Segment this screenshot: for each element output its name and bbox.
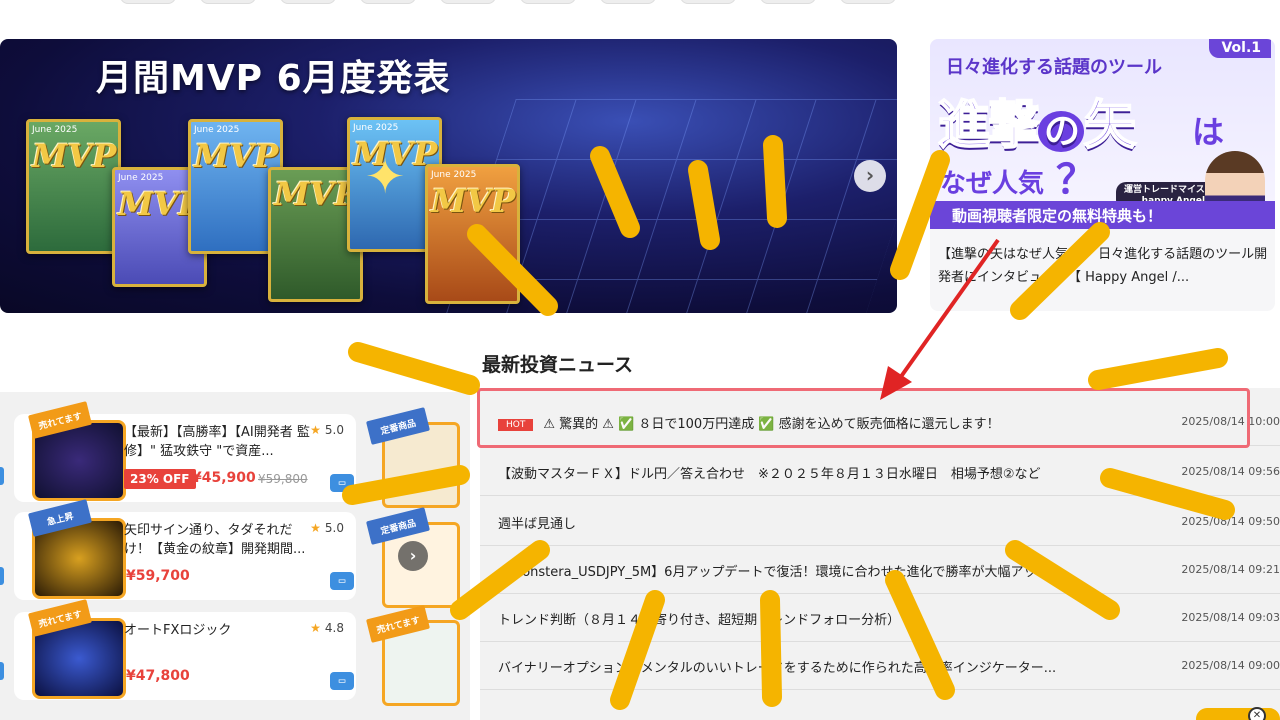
news-title: 週半ば見通し (498, 517, 577, 532)
product-title: オートFXロジック (124, 623, 232, 638)
news-date: 2025/08/14 09:03 (1181, 611, 1280, 624)
news-item[interactable]: 【波動マスターＦＸ】ドル円／答え合わせ ※２０２５年８月１３日水曜日 相場予想②… (480, 448, 1280, 496)
news-title: 【Monstera_USDJPY_5M】6月アップデートで復活！環境に合わせた進… (498, 565, 1050, 580)
product-title: 矢印サイン通り、タダそれだけ！【黄金の紋章】開発期間... (124, 523, 306, 557)
promo-strip: 動画視聴者限定の無料特典も！ (930, 201, 1275, 229)
floating-widget[interactable] (1196, 708, 1280, 720)
rating-value: 5.0 (324, 521, 344, 535)
card-date: June 2025 (194, 125, 240, 135)
news-date: 2025/08/14 09:56 (1181, 465, 1280, 478)
promo-headline-a: 進撃 (937, 95, 1041, 157)
top-tab[interactable] (200, 0, 256, 4)
product-rating: ★ 5.0 (310, 521, 344, 535)
news-date: 2025/08/14 09:00 (1181, 659, 1280, 672)
close-icon[interactable]: ✕ (1248, 707, 1266, 720)
product-rating: ★ 4.8 (310, 621, 344, 635)
top-tab[interactable] (440, 0, 496, 4)
star-icon: ★ (310, 621, 321, 635)
promo-headline: 進撃の矢 (937, 83, 1137, 158)
promo-image: Vol.1 日々進化する話題のツール 進撃の矢 は なぜ人気 ？ 運営トレードマ… (930, 39, 1275, 229)
cart-icon[interactable]: ▭ (330, 572, 354, 590)
rating-value: 5.0 (324, 423, 344, 437)
mvp-card: June 2025 MVP (425, 164, 520, 304)
news-date: 2025/08/14 09:50 (1181, 515, 1280, 528)
product-card[interactable]: 売れてます 【最新】【高勝率】【AI開発者 監修】" 猛攻鉄守 "で資産... … (14, 401, 356, 502)
news-item[interactable]: 【Monstera_USDJPY_5M】6月アップデートで復活！環境に合わせた進… (480, 546, 1280, 594)
rating-value: 4.8 (324, 621, 344, 635)
news-item[interactable]: トレンド判断（８月１４日寄り付き、超短期トレンドフォロー分析） 2025/08/… (480, 594, 1280, 642)
news-item[interactable]: バイナリーオプションでメンタルのいいトレードをするために作られた高勝率インジケー… (480, 642, 1280, 690)
top-tab[interactable] (760, 0, 816, 4)
promo-headline-no: の (1038, 111, 1085, 152)
top-tab[interactable] (680, 0, 736, 4)
star-icon: ★ (310, 521, 321, 535)
news-item[interactable]: 週半ば見通し 2025/08/14 09:50 (480, 498, 1280, 546)
attention-ray (1088, 348, 1228, 390)
product-old-price: ¥59,800 (258, 472, 308, 486)
page-root: 月間MVP 6月度発表 June 2025 MVP June 2025 MVP … (0, 0, 1280, 720)
mvp-hero-banner[interactable]: 月間MVP 6月度発表 June 2025 MVP June 2025 MVP … (0, 39, 897, 313)
attention-ray (348, 342, 480, 395)
news-title: トレンド判断（８月１４日寄り付き、超短期トレンドフォロー分析） (498, 613, 901, 628)
card-date: June 2025 (32, 125, 78, 135)
news-item[interactable] (480, 690, 1280, 720)
top-tab[interactable] (360, 0, 416, 4)
product-rating: ★ 5.0 (310, 423, 344, 437)
top-tab[interactable] (840, 0, 896, 4)
discount-badge: 23% OFF (124, 469, 196, 489)
cart-icon[interactable]: ▭ (330, 672, 354, 690)
product-price: ¥59,700 (126, 568, 190, 584)
prev-handle[interactable] (0, 662, 4, 680)
cart-icon[interactable]: ▭ (330, 474, 354, 492)
chevron-right-icon: › (409, 546, 417, 565)
card-mvp-label: MVP (194, 137, 279, 175)
news-title: バイナリーオプションでメンタルのいいトレードをするために作られた高勝率インジケー… (498, 661, 1057, 676)
top-tab[interactable] (600, 0, 656, 4)
promo-subtitle: 日々進化する話題のツール (946, 57, 1162, 78)
promo-question: ？ (1056, 157, 1096, 203)
promo-headline-ha: は (1192, 113, 1225, 151)
prev-handle[interactable] (0, 467, 4, 485)
promo-naze: なぜ人気 (940, 169, 1045, 199)
top-tab[interactable] (280, 0, 336, 4)
product-price: ¥45,900 (192, 470, 256, 486)
hero-title: 月間MVP 6月度発表 (96, 58, 451, 99)
top-tab[interactable] (520, 0, 576, 4)
news-title: 【波動マスターＦＸ】ドル円／答え合わせ ※２０２５年８月１３日水曜日 相場予想②… (498, 467, 1041, 482)
product-title: 【最新】【高勝率】【AI開発者 監修】" 猛攻鉄守 "で資産... (124, 425, 310, 459)
promo-caption-link[interactable]: 【進撃の矢はなぜ人気？】 日々進化する話題のツール開発者にインタビュー！【 Ha… (938, 243, 1268, 289)
carousel-next-button[interactable]: › (398, 541, 428, 571)
banner-next-button[interactable]: › (854, 160, 886, 192)
card-mvp-label: MVP (32, 137, 117, 175)
sparkle-icon: ✦ (365, 149, 406, 205)
card-date: June 2025 (353, 123, 399, 133)
mvp-card: June 2025 MVP (26, 119, 121, 254)
promo-vol-tag: Vol.1 (1209, 39, 1271, 58)
promo-card[interactable]: Vol.1 日々進化する話題のツール 進撃の矢 は なぜ人気 ？ 運営トレードマ… (930, 39, 1275, 311)
star-icon: ★ (310, 423, 321, 437)
news-date: 2025/08/14 09:21 (1181, 563, 1280, 576)
card-date: June 2025 (431, 170, 477, 180)
news-heading: 最新投資ニュース (482, 354, 634, 376)
card-mvp-label: MVP (274, 175, 359, 213)
top-tab[interactable] (120, 0, 176, 4)
prev-handle[interactable] (0, 567, 4, 585)
chevron-right-icon: › (865, 163, 875, 187)
card-mvp-label: MVP (431, 182, 516, 220)
highlight-annotation-box (477, 388, 1250, 448)
product-card[interactable]: 売れてます オートFXロジック ★ 4.8 ¥47,800 ▭ (14, 599, 356, 700)
product-price: ¥47,800 (126, 668, 190, 684)
product-card[interactable]: 急上昇 矢印サイン通り、タダそれだけ！【黄金の紋章】開発期間... ★ 5.0 ¥… (14, 499, 356, 600)
